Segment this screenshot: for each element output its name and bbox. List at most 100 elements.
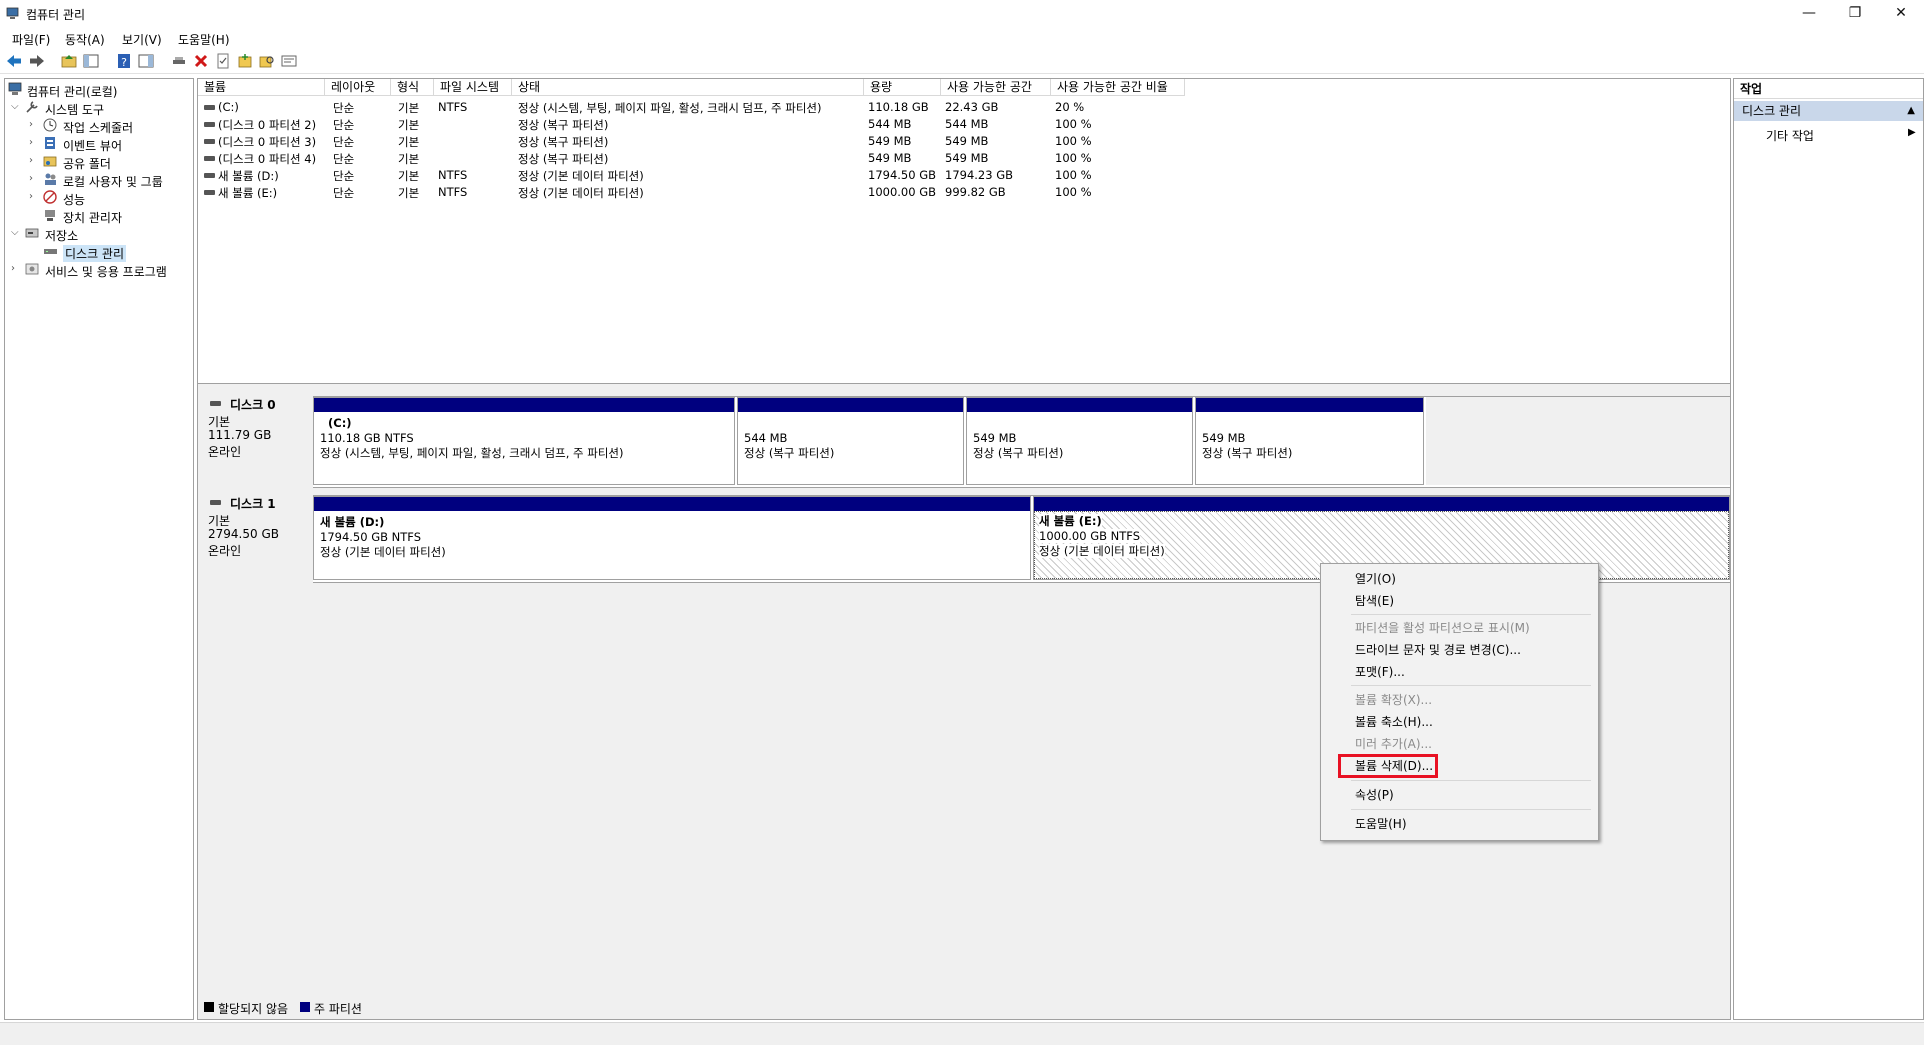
computer-management-icon xyxy=(8,82,22,95)
chevron-right-icon[interactable]: › xyxy=(29,173,39,184)
chevron-right-icon[interactable]: › xyxy=(29,119,39,130)
shared-folder-icon xyxy=(43,156,57,167)
column-header-capacity[interactable]: 용량 xyxy=(864,79,941,96)
checklist-icon[interactable] xyxy=(214,52,232,70)
partition-c[interactable]: (C:) 110.18 GB NTFS 정상 (시스템, 부팅, 페이지 파일,… xyxy=(313,397,735,485)
volume-icon xyxy=(204,190,215,195)
menu-view[interactable]: 보기(V) xyxy=(122,31,162,48)
chevron-down-icon[interactable]: ⌵ xyxy=(11,227,21,238)
delete-volume-highlight-box xyxy=(1338,754,1438,778)
menu-item-change-drive-letter[interactable]: 드라이브 문자 및 경로 변경(C)... xyxy=(1355,641,1521,658)
up-folder-icon[interactable] xyxy=(60,52,78,70)
partition-status: 정상 (복구 파티션) xyxy=(973,446,1064,460)
chevron-right-icon[interactable]: › xyxy=(29,191,39,202)
menu-item-format[interactable]: 포맷(F)... xyxy=(1355,663,1405,680)
column-header-free-percent[interactable]: 사용 가능한 공간 비율 xyxy=(1051,79,1185,96)
table-row[interactable]: (C:) 단순 기본 NTFS 정상 (시스템, 부팅, 페이지 파일, 활성, 크래시… xyxy=(198,99,1185,116)
volume-icon xyxy=(204,139,215,144)
delete-x-icon[interactable] xyxy=(192,52,210,70)
cell-capacity: 1000.00 GB xyxy=(868,185,937,199)
disk-0-label[interactable]: 디스크 0 기본 111.79 GB 온라인 xyxy=(198,396,313,476)
tree-label: 작업 스케줄러 xyxy=(63,121,134,135)
chevron-down-icon[interactable]: ⌵ xyxy=(11,101,21,112)
tree-item-performance[interactable]: › 성능 xyxy=(5,189,191,207)
tools-icon xyxy=(26,101,38,113)
connect-drive-icon[interactable] xyxy=(170,52,188,70)
disk-1-label[interactable]: 디스크 1 기본 2794.50 GB 온라인 xyxy=(198,495,313,575)
chevron-right-icon[interactable]: › xyxy=(29,155,39,166)
new-folder-icon[interactable] xyxy=(236,52,254,70)
menu-separator xyxy=(1351,614,1591,615)
cell-name: (C:) xyxy=(218,100,239,114)
menu-item-shrink-volume[interactable]: 볼륨 축소(H)... xyxy=(1355,713,1433,730)
help-icon[interactable]: ? xyxy=(115,52,133,70)
partition-d[interactable]: 새 볼륨 (D:) 1794.50 GB NTFS 정상 (기본 데이터 파티션… xyxy=(313,496,1031,580)
table-row[interactable]: 새 볼륨 (E:) 단순 기본 NTFS 정상 (기본 데이터 파티션) 1000.00 … xyxy=(198,184,1185,201)
partition-status: 정상 (복구 파티션) xyxy=(744,446,835,460)
menu-item-help[interactable]: 도움말(H) xyxy=(1355,815,1407,832)
submenu-arrow-icon[interactable]: ▶ xyxy=(1908,127,1916,138)
tree-item-system-tools[interactable]: ⌵ 시스템 도구 xyxy=(5,99,191,117)
cell-type: 기본 xyxy=(398,101,420,115)
table-row[interactable]: (디스크 0 파티션 4) 단순 기본 정상 (복구 파티션) 549 MB 549 MB… xyxy=(198,150,1185,167)
menu-item-add-mirror: 미러 추가(A)... xyxy=(1355,737,1432,751)
table-row[interactable]: (디스크 0 파티션 3) 단순 기본 정상 (복구 파티션) 549 MB 549 MB… xyxy=(198,133,1185,150)
forward-arrow-icon[interactable] xyxy=(28,52,46,70)
partition-disk0-p4[interactable]: 549 MB 정상 (복구 파티션) xyxy=(1195,397,1424,485)
restore-button[interactable]: ❐ xyxy=(1832,0,1878,28)
tree-item-shared-folders[interactable]: › 공유 폴더 xyxy=(5,153,191,171)
properties-icon[interactable] xyxy=(280,52,298,70)
tree-item-disk-management[interactable]: 디스크 관리 xyxy=(5,243,191,262)
cell-free: 549 MB xyxy=(945,151,989,165)
column-header-status[interactable]: 상태 xyxy=(512,79,864,96)
column-header-type[interactable]: 형식 xyxy=(391,79,434,96)
show-hide-action-pane-icon[interactable] xyxy=(137,52,155,70)
cell-layout: 단순 xyxy=(333,169,355,183)
volume-icon xyxy=(204,122,215,127)
tree-item-storage[interactable]: ⌵ 저장소 xyxy=(5,225,191,243)
search-folder-icon[interactable] xyxy=(258,52,276,70)
legend: 할당되지 않음 주 파티션 xyxy=(198,999,1730,1017)
table-row[interactable]: (디스크 0 파티션 2) 단순 기본 정상 (복구 파티션) 544 MB 544 MB… xyxy=(198,116,1185,133)
tree-item-local-users[interactable]: › 로컬 사용자 및 그룹 xyxy=(5,171,191,189)
tree-item-computer-management[interactable]: 컴퓨터 관리(로컬) xyxy=(5,81,191,99)
table-row[interactable]: 새 볼륨 (D:) 단순 기본 NTFS 정상 (기본 데이터 파티션) 1794.50 … xyxy=(198,167,1185,184)
minimize-button[interactable]: — xyxy=(1786,0,1832,28)
action-section-disk-management[interactable]: 디스크 관리 ▲ xyxy=(1734,101,1923,121)
primary-partition-bar xyxy=(314,398,734,412)
cell-status: 정상 (기본 데이터 파티션) xyxy=(518,169,644,183)
cell-name: 새 볼륨 (E:) xyxy=(218,186,278,200)
close-button[interactable]: ✕ xyxy=(1878,0,1924,28)
partition-disk0-p2[interactable]: 544 MB 정상 (복구 파티션) xyxy=(737,397,964,485)
column-header-layout[interactable]: 레이아웃 xyxy=(325,79,391,96)
menu-action[interactable]: 동작(A) xyxy=(65,31,105,48)
menu-help[interactable]: 도움말(H) xyxy=(178,31,230,48)
disk-management-pane: 볼륨 레이아웃 형식 파일 시스템 상태 용량 사용 가능한 공간 사용 가능한… xyxy=(197,78,1731,1020)
action-other[interactable]: 기타 작업 xyxy=(1766,127,1814,144)
menu-item-properties[interactable]: 속성(P) xyxy=(1355,786,1394,803)
show-hide-tree-icon[interactable] xyxy=(82,52,100,70)
tree-item-task-scheduler[interactable]: › 작업 스케줄러 xyxy=(5,117,191,135)
partition-status: 정상 (기본 데이터 파티션) xyxy=(320,545,446,559)
cell-status: 정상 (시스템, 부팅, 페이지 파일, 활성, 크래시 덤프, 주 파티션) xyxy=(518,101,822,115)
tree-item-device-manager[interactable]: 장치 관리자 xyxy=(5,207,191,225)
cell-layout: 단순 xyxy=(333,118,355,132)
back-arrow-icon[interactable] xyxy=(5,52,23,70)
chevron-right-icon[interactable]: › xyxy=(11,263,21,274)
partition-status: 정상 (기본 데이터 파티션) xyxy=(1039,544,1165,558)
cell-layout: 단순 xyxy=(333,152,355,166)
column-header-filesystem[interactable]: 파일 시스템 xyxy=(434,79,512,96)
menu-item-open[interactable]: 열기(O) xyxy=(1355,570,1396,587)
column-header-volume[interactable]: 볼륨 xyxy=(198,79,325,96)
chevron-right-icon[interactable]: › xyxy=(29,137,39,148)
tree-item-services[interactable]: › 서비스 및 응용 프로그램 xyxy=(5,261,191,279)
tree-item-event-viewer[interactable]: › 이벤트 뷰어 xyxy=(5,135,191,153)
menu-item-explore[interactable]: 탐색(E) xyxy=(1355,592,1394,609)
cell-pct: 100 % xyxy=(1055,117,1092,131)
menu-file[interactable]: 파일(F) xyxy=(12,31,50,48)
collapse-up-icon[interactable]: ▲ xyxy=(1907,101,1915,121)
column-header-free-space[interactable]: 사용 가능한 공간 xyxy=(941,79,1051,96)
cell-layout: 단순 xyxy=(333,186,355,200)
disk-drive-icon xyxy=(44,249,57,254)
partition-disk0-p3[interactable]: 549 MB 정상 (복구 파티션) xyxy=(966,397,1193,485)
